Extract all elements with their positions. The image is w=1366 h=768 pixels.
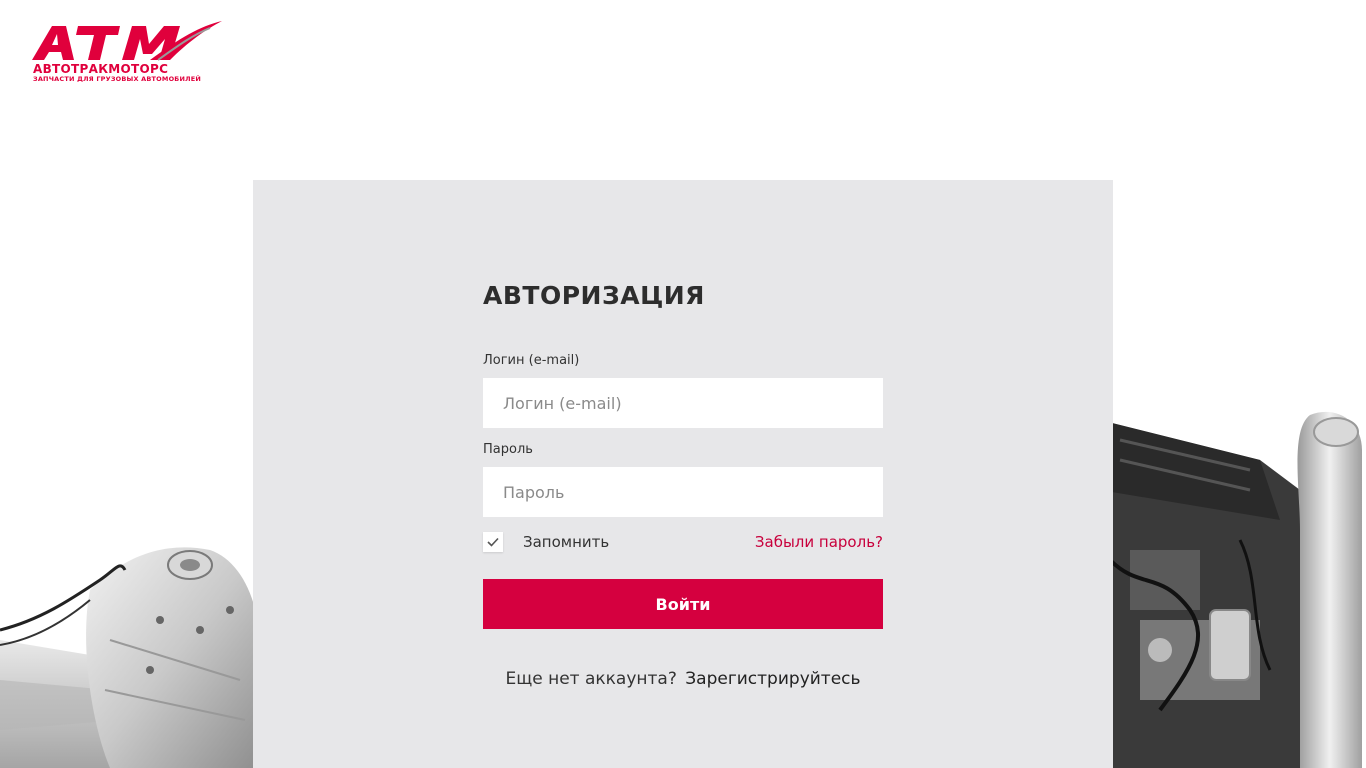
page-title: АВТОРИЗАЦИЯ: [483, 281, 705, 310]
truck-axle-image: [0, 547, 260, 768]
remember-checkbox[interactable]: [483, 532, 503, 552]
login-page: АВТОТРАКМОТОРС ЗАПЧАСТИ ДЛЯ ГРУЗОВЫХ АВТ…: [0, 0, 1366, 768]
login-input[interactable]: [483, 378, 883, 428]
checkmark-icon: [487, 537, 499, 547]
signup-prompt-text: Еще нет аккаунта?: [505, 669, 677, 689]
atm-logo-mark: [32, 21, 222, 61]
signup-link[interactable]: Зарегистрируйтесь: [685, 669, 860, 689]
forgot-password-link[interactable]: Забыли пароль?: [755, 533, 883, 551]
signup-prompt: Еще нет аккаунта? Зарегистрируйтесь: [483, 669, 883, 689]
company-logo[interactable]: АВТОТРАКМОТОРС ЗАПЧАСТИ ДЛЯ ГРУЗОВЫХ АВТ…: [30, 18, 225, 84]
login-label: Логин (e-mail): [483, 353, 580, 368]
remember-me[interactable]: Запомнить: [483, 532, 609, 552]
logo-tagline: ЗАПЧАСТИ ДЛЯ ГРУЗОВЫХ АВТОМОБИЛЕЙ: [33, 75, 201, 83]
remember-label: Запомнить: [523, 533, 610, 551]
password-label: Пароль: [483, 442, 533, 457]
login-button[interactable]: Войти: [483, 579, 883, 629]
auth-card: АВТОРИЗАЦИЯ Логин (e-mail) Пароль Запомн…: [253, 180, 1113, 768]
login-form: АВТОРИЗАЦИЯ Логин (e-mail) Пароль Запомн…: [483, 278, 883, 689]
logo-company-name: АВТОТРАКМОТОРС: [33, 62, 169, 76]
engine-image: [1100, 411, 1362, 768]
password-input[interactable]: [483, 467, 883, 517]
options-row: Запомнить Забыли пароль?: [483, 530, 883, 554]
